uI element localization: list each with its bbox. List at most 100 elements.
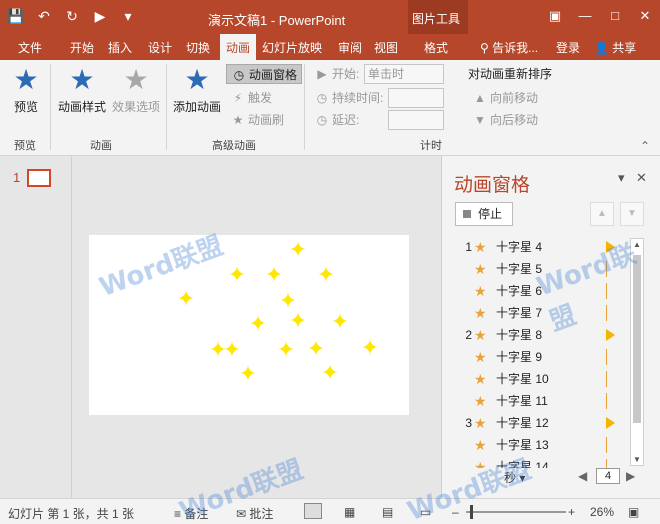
stop-icon <box>463 210 471 218</box>
animation-pane-button[interactable]: ◷ 动画窗格 <box>226 64 303 84</box>
duration-input[interactable] <box>388 88 444 108</box>
tab-view[interactable]: 视图 <box>374 39 398 56</box>
animation-list-item[interactable]: 2 ★ 十字星 8 <box>454 324 630 346</box>
timing-line <box>606 437 607 453</box>
tab-transitions[interactable]: 切换 <box>186 39 210 56</box>
zoom-level[interactable]: 26% <box>590 505 614 519</box>
ribbon-display-icon[interactable]: ▣ <box>544 6 566 26</box>
scroll-down-icon[interactable]: ▼ <box>631 455 643 464</box>
cross-star-shape[interactable]: ✦ <box>237 363 259 385</box>
tell-me-search[interactable]: ⚲ 告诉我... <box>480 39 538 56</box>
group-label-preview: 预览 <box>14 140 36 152</box>
animation-list-item[interactable]: ★ 十字星 13 <box>454 434 630 456</box>
cross-star-shape[interactable]: ✦ <box>287 310 309 332</box>
tab-home[interactable]: 开始 <box>70 39 94 56</box>
stop-button[interactable]: 停止 <box>455 202 513 226</box>
slide-sorter-icon[interactable]: ▦ <box>344 505 355 519</box>
cross-star-shape[interactable]: ✦ <box>175 288 197 310</box>
animation-star-icon: ★ <box>474 415 487 431</box>
cross-star-shape[interactable]: ✦ <box>359 337 381 359</box>
duration-label: ◷ 持续时间: <box>314 88 384 108</box>
animation-painter-label: 动画刷 <box>248 113 285 127</box>
timing-line <box>606 349 607 365</box>
login-link[interactable]: 登录 <box>556 39 580 56</box>
animation-item-label: 十字星 10 <box>496 372 549 386</box>
animation-item-label: 十字星 6 <box>496 284 543 298</box>
slide-editor: ✦ ✦ ✦ ✦ ✦ ✦ ✦ ✦ ✦ ✦ ✦ ✦ ✦ ✦ ✦ ✦ <box>73 156 440 498</box>
tab-insert[interactable]: 插入 <box>108 39 132 56</box>
move-up-button[interactable]: ▲ <box>590 202 614 226</box>
stop-button-label: 停止 <box>478 207 503 221</box>
undo-icon[interactable]: ↶ <box>34 6 54 26</box>
animation-styles-button[interactable]: ★ 动画样式 <box>56 62 108 115</box>
minimize-icon[interactable]: — <box>574 6 596 26</box>
animation-item-label: 十字星 7 <box>496 306 543 320</box>
animation-star-icon: ★ <box>474 349 487 365</box>
slide-thumbnail[interactable] <box>27 169 51 187</box>
collapse-ribbon-icon[interactable]: ⌃ <box>640 136 650 156</box>
cross-star-shape[interactable]: ✦ <box>315 264 337 286</box>
add-animation-button[interactable]: ★ 添加动画 <box>170 62 224 115</box>
slideshow-icon[interactable]: ▶ <box>90 6 110 26</box>
pane-close-icon[interactable]: ✕ <box>636 170 647 186</box>
cross-star-shape[interactable]: ✦ <box>319 362 341 384</box>
move-down-button[interactable]: ▼ <box>620 202 644 226</box>
trigger-button[interactable]: ⚡ 触发 <box>230 88 272 108</box>
ribbon-separator <box>166 64 167 150</box>
timeline-zoom-box[interactable]: 4 <box>596 468 620 484</box>
tell-me-label: 告诉我... <box>492 41 539 55</box>
animation-painter-button[interactable]: ★ 动画刷 <box>230 110 284 130</box>
customize-icon[interactable]: ▾ <box>118 6 138 26</box>
pane-options-icon[interactable]: ▾ <box>618 170 625 186</box>
normal-view-icon[interactable] <box>304 503 322 519</box>
tab-slideshow[interactable]: 幻灯片放映 <box>262 39 322 56</box>
maximize-icon[interactable]: □ <box>604 6 626 26</box>
cross-star-shape[interactable]: ✦ <box>275 339 297 361</box>
fit-slide-icon[interactable]: ▣ <box>628 505 639 519</box>
cross-star-shape[interactable]: ✦ <box>305 338 327 360</box>
move-later-button[interactable]: ▼ 向后移动 <box>472 110 538 130</box>
context-tab-group-label: 图片工具 <box>412 12 461 26</box>
cross-star-shape[interactable]: ✦ <box>247 313 269 335</box>
delay-clock-icon: ◷ <box>316 113 328 127</box>
animation-order-number: 3 <box>465 416 472 430</box>
cross-star-shape[interactable]: ✦ <box>263 264 285 286</box>
clock-icon: ◷ <box>316 91 328 105</box>
save-icon[interactable]: 💾 <box>6 6 26 26</box>
tab-file[interactable]: 文件 <box>18 39 42 56</box>
animation-list-item[interactable]: ★ 十字星 10 <box>454 368 630 390</box>
cross-star-shape[interactable]: ✦ <box>221 339 243 361</box>
effect-options-label: 效果选项 <box>111 100 160 114</box>
animation-item-label: 十字星 9 <box>496 350 543 364</box>
tab-format[interactable]: 格式 <box>424 39 448 56</box>
cross-star-shape[interactable]: ✦ <box>329 311 351 333</box>
slide-thumbnails-pane: 1 <box>0 156 72 498</box>
timeline-left-icon[interactable]: ◀ <box>578 469 587 483</box>
reorder-title: 对动画重新排序 <box>468 67 553 81</box>
preview-button[interactable]: ★ 预览 <box>6 62 46 115</box>
slide-number: 1 <box>13 170 21 185</box>
animation-list-item[interactable]: 3 ★ 十字星 12 <box>454 412 630 434</box>
move-earlier-button[interactable]: ▲ 向前移动 <box>472 88 538 108</box>
window-controls: ▣ — □ ✕ <box>544 6 656 26</box>
cross-star-shape[interactable]: ✦ <box>226 264 248 286</box>
tab-design[interactable]: 设计 <box>148 39 172 56</box>
delay-input[interactable] <box>388 110 444 130</box>
zoom-slider[interactable] <box>466 511 566 513</box>
share-button[interactable]: 👤 共享 <box>594 39 636 56</box>
redo-icon[interactable]: ↻ <box>62 6 82 26</box>
animation-list-item[interactable]: ★ 十字星 11 <box>454 390 630 412</box>
reading-view-icon[interactable]: ▤ <box>382 505 393 519</box>
close-icon[interactable]: ✕ <box>634 6 656 26</box>
start-select[interactable]: 单击时 <box>364 64 444 84</box>
ribbon-tabs: 文件 开始 插入 设计 切换 动画 幻灯片放映 审阅 视图 格式 ⚲ 告诉我..… <box>0 34 660 60</box>
animation-list-item[interactable]: ★ 十字星 9 <box>454 346 630 368</box>
effect-options-button[interactable]: ★ 效果选项 <box>110 62 162 115</box>
zoom-in-icon[interactable]: + <box>568 505 575 519</box>
animation-styles-star-icon: ★ <box>69 64 95 95</box>
tab-animations[interactable]: 动画 <box>220 34 257 60</box>
tab-review[interactable]: 审阅 <box>338 39 362 56</box>
cross-star-shape[interactable]: ✦ <box>287 239 309 261</box>
arrow-down-icon: ▼ <box>474 113 486 127</box>
timeline-right-icon[interactable]: ▶ <box>626 469 635 483</box>
